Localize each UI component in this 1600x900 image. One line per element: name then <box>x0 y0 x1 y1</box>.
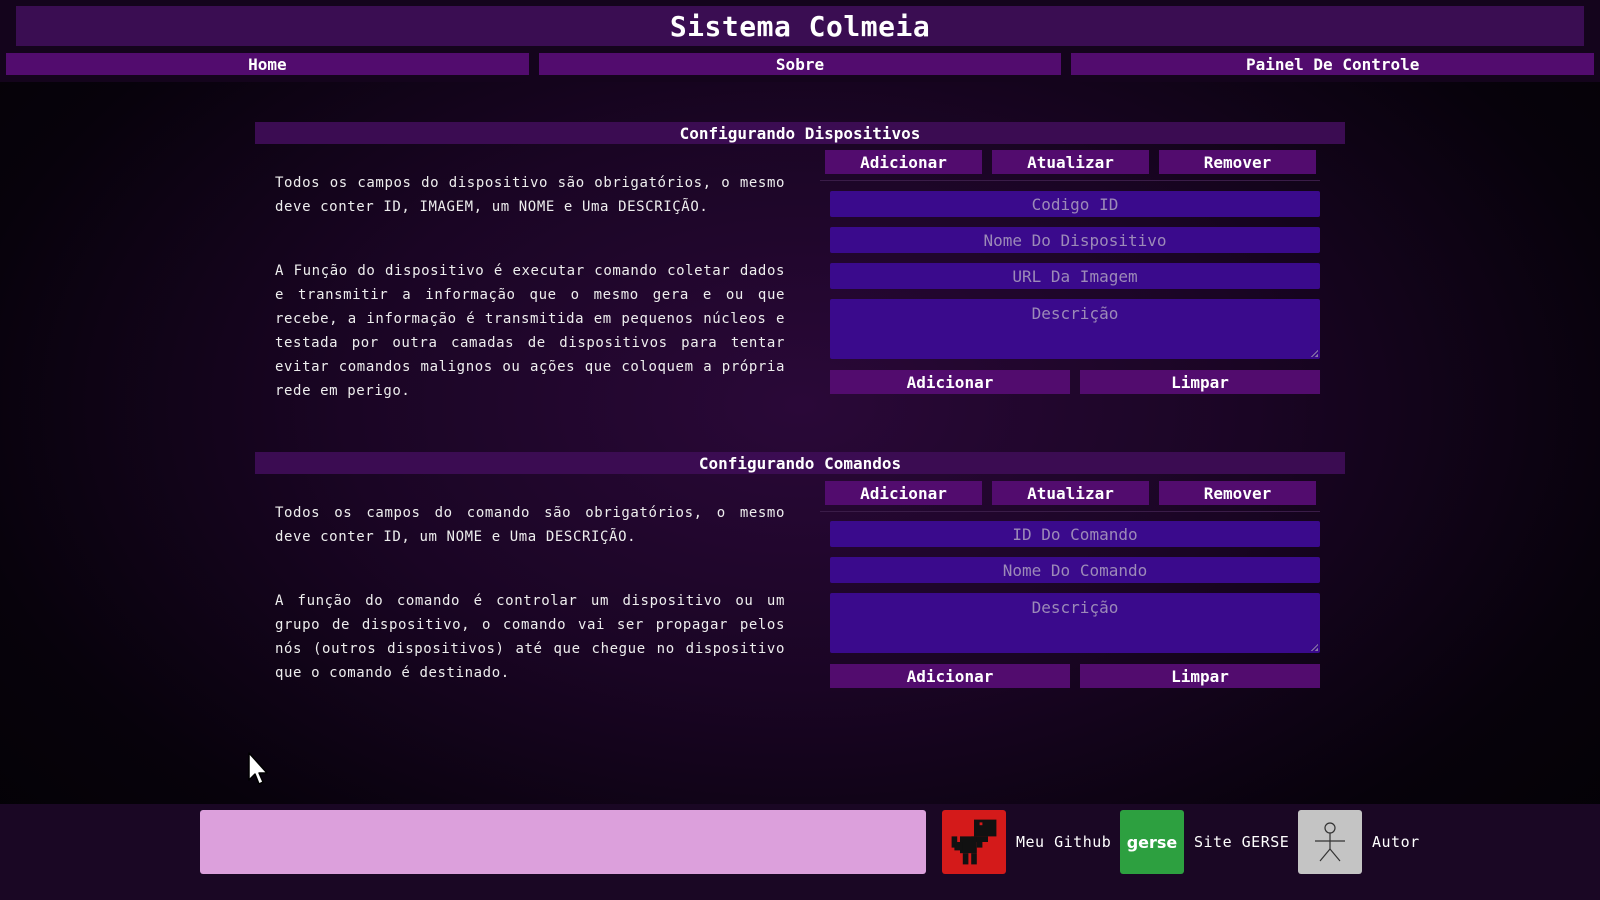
commands-section-title: Configurando Comandos <box>255 452 1345 474</box>
devices-description: Todos os campos do dispositivo são obrig… <box>275 171 785 403</box>
footer-input-field[interactable] <box>200 810 926 874</box>
commands-tab-add-button[interactable]: Adicionar <box>825 481 982 505</box>
dino-icon <box>942 810 1006 874</box>
command-submit-button[interactable]: Adicionar <box>830 664 1070 688</box>
command-description-field[interactable]: Descrição <box>830 593 1320 653</box>
commands-tab-update-button[interactable]: Atualizar <box>992 481 1149 505</box>
devices-section-title: Configurando Dispositivos <box>255 122 1345 144</box>
command-description-placeholder: Descrição <box>1031 598 1119 617</box>
gerse-logo-icon: gerse <box>1120 810 1184 874</box>
commands-paragraph-required: Todos os campos do comando são obrigatór… <box>275 505 785 545</box>
device-id-field[interactable]: Codigo ID <box>830 191 1320 217</box>
command-id-field[interactable]: ID Do Comando <box>830 521 1320 547</box>
main-nav: Home Sobre Painel De Controle <box>6 53 1595 75</box>
devices-paragraph-function: A Função do dispositivo é executar coman… <box>275 263 785 399</box>
commands-paragraph-function: A função do comando é controlar um dispo… <box>275 593 785 681</box>
device-clear-button[interactable]: Limpar <box>1080 370 1320 394</box>
command-name-field[interactable]: Nome Do Comando <box>830 557 1320 583</box>
device-name-field[interactable]: Nome Do Dispositivo <box>830 227 1320 253</box>
nav-item-home[interactable]: Home <box>6 53 529 75</box>
commands-description: Todos os campos do comando são obrigatór… <box>275 501 785 685</box>
stick-figure-icon <box>1298 810 1362 874</box>
resize-grip-icon[interactable] <box>1310 349 1318 357</box>
gerse-link[interactable]: gerse Site GERSE <box>1120 810 1289 874</box>
github-link[interactable]: Meu Github <box>942 810 1111 874</box>
nav-item-painel[interactable]: Painel De Controle <box>1071 53 1595 75</box>
autor-link[interactable]: Autor <box>1298 810 1420 874</box>
resize-grip-icon[interactable] <box>1310 643 1318 651</box>
device-description-field[interactable]: Descrição <box>830 299 1320 359</box>
gerse-logo-text: gerse <box>1126 832 1178 852</box>
devices-tab-remove-button[interactable]: Remover <box>1159 150 1316 174</box>
device-description-placeholder: Descrição <box>1031 304 1119 323</box>
gerse-link-label: Site GERSE <box>1194 833 1290 851</box>
commands-tab-remove-button[interactable]: Remover <box>1159 481 1316 505</box>
devices-tab-add-button[interactable]: Adicionar <box>825 150 982 174</box>
commands-divider <box>820 511 1320 512</box>
command-clear-button[interactable]: Limpar <box>1080 664 1320 688</box>
devices-divider <box>820 180 1320 181</box>
device-submit-button[interactable]: Adicionar <box>830 370 1070 394</box>
footer: Meu Github gerse Site GERSE Autor <box>0 804 1600 900</box>
top-header: Sistema Colmeia Home Sobre Painel De Con… <box>0 0 1600 82</box>
device-image-url-field[interactable]: URL Da Imagem <box>830 263 1320 289</box>
devices-tab-update-button[interactable]: Atualizar <box>992 150 1149 174</box>
nav-item-sobre[interactable]: Sobre <box>538 53 1062 75</box>
devices-paragraph-required: Todos os campos do dispositivo são obrig… <box>275 175 785 215</box>
autor-link-label: Autor <box>1372 833 1420 851</box>
page-title: Sistema Colmeia <box>16 6 1584 46</box>
github-link-label: Meu Github <box>1016 833 1112 851</box>
mouse-cursor-icon <box>248 752 268 785</box>
